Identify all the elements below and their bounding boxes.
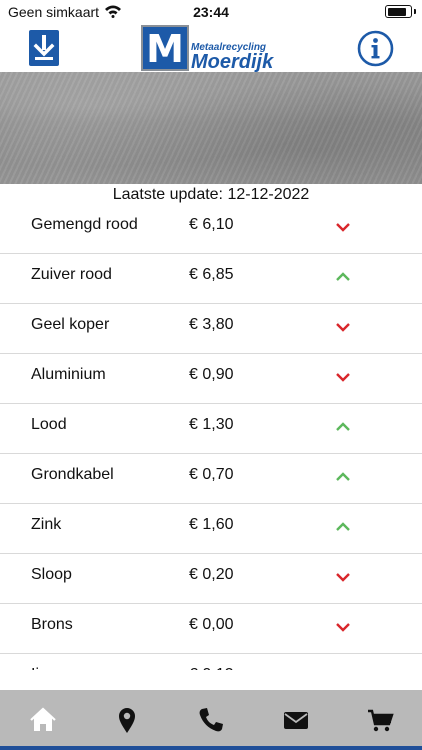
home-icon[interactable] (28, 705, 58, 735)
chevron-up-icon (336, 522, 350, 531)
metal-name: Zuiver rood (31, 266, 112, 283)
metal-price: € 0,00 (189, 616, 234, 633)
cart-icon[interactable] (365, 705, 395, 735)
metal-banner-image (0, 72, 422, 184)
price-row[interactable]: Sloop € 0,20 (0, 554, 422, 604)
metal-price: € 1,30 (189, 416, 234, 433)
metal-price: € 1,60 (189, 516, 234, 533)
price-row[interactable]: Brons € 0,00 (0, 604, 422, 654)
battery-icon (385, 5, 416, 18)
chevron-down-icon (336, 373, 350, 382)
metal-name: Aluminium (31, 366, 106, 383)
location-icon[interactable] (112, 705, 142, 735)
metal-price: € 0,20 (189, 566, 234, 583)
chevron-down-icon (336, 623, 350, 632)
price-row[interactable]: Zuiver rood € 6,85 (0, 254, 422, 304)
chevron-up-icon (336, 272, 350, 281)
company-logo: M Metaalrecycling Moerdijk (141, 25, 281, 73)
metal-name: Lood (31, 416, 67, 433)
metal-price: € 0,12 (189, 666, 233, 670)
chevron-down-icon (336, 223, 350, 232)
phone-icon[interactable] (196, 705, 226, 735)
tab-bar (0, 690, 422, 750)
metal-name: Brons (31, 616, 73, 633)
metal-price: € 3,80 (189, 316, 234, 333)
chevron-up-icon (336, 422, 350, 431)
mail-icon[interactable] (281, 705, 311, 735)
clock: 23:44 (193, 4, 229, 20)
metal-price: € 6,85 (189, 266, 234, 283)
price-row[interactable]: Gemengd rood € 6,10 (0, 204, 422, 254)
chevron-down-icon (336, 323, 350, 332)
metal-price: € 0,90 (189, 366, 234, 383)
price-row[interactable]: Aluminium € 0,90 (0, 354, 422, 404)
metal-price: € 6,10 (189, 216, 234, 233)
price-row[interactable]: Grondkabel € 0,70 (0, 454, 422, 504)
chevron-up-icon (336, 472, 350, 481)
price-row[interactable]: Ijzer € 0,12 (0, 654, 422, 670)
download-icon[interactable] (28, 29, 60, 67)
metal-name: Zink (31, 516, 62, 533)
metal-name: Geel koper (31, 316, 110, 333)
price-row[interactable]: Lood € 1,30 (0, 404, 422, 454)
price-list[interactable]: Gemengd rood € 6,10 Zuiver rood € 6,85 Geel … (0, 204, 422, 670)
metal-name: Grondkabel (31, 466, 114, 483)
chevron-down-icon (336, 573, 350, 582)
header: M Metaalrecycling Moerdijk (0, 24, 422, 73)
price-row[interactable]: Zink € 1,60 (0, 504, 422, 554)
logo-mark: M (141, 25, 189, 71)
last-update-label: Laatste update: 12-12-2022 (112, 186, 310, 203)
battery-level (387, 7, 407, 16)
metal-name: Gemengd rood (31, 216, 138, 233)
status-bar: Geen simkaart 23:44 (0, 0, 422, 24)
metal-price: € 0,70 (189, 466, 234, 483)
price-row[interactable]: Geel koper € 3,80 (0, 304, 422, 354)
info-icon[interactable] (357, 30, 394, 67)
metal-name: Ijzer (31, 666, 61, 670)
metal-name: Sloop (31, 566, 72, 583)
